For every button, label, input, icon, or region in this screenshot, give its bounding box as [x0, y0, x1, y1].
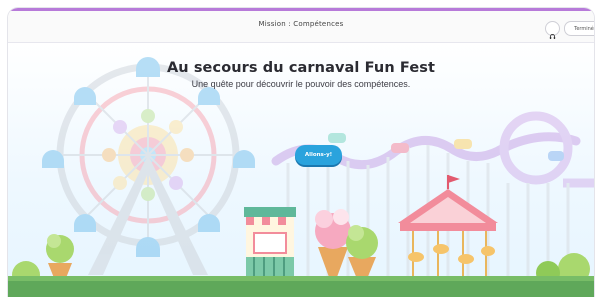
start-button[interactable]: Allons-y! [295, 145, 342, 165]
ticket-booth-icon [244, 207, 296, 283]
ferris-wheel-icon [42, 57, 255, 275]
page-title: Mission : Compétences [258, 20, 344, 28]
top-bar: Mission : Compétences Terminé [8, 11, 594, 43]
done-button[interactable]: Terminé [564, 21, 594, 36]
hero-subtitle: Une quête pour découvrir le pouvoir des … [191, 79, 411, 89]
headset-button[interactable] [545, 21, 560, 39]
headphones-icon [549, 25, 556, 39]
grass-strip [8, 279, 594, 297]
hero-title: Au secours du carnaval Fun Fest [166, 60, 436, 76]
carnival-scene: Au secours du carnaval Fun Fest Une quêt… [8, 43, 594, 297]
app-window: Mission : Compétences Terminé Au secours… [8, 8, 594, 297]
hero: Au secours du carnaval Fun Fest Une quêt… [8, 60, 594, 89]
